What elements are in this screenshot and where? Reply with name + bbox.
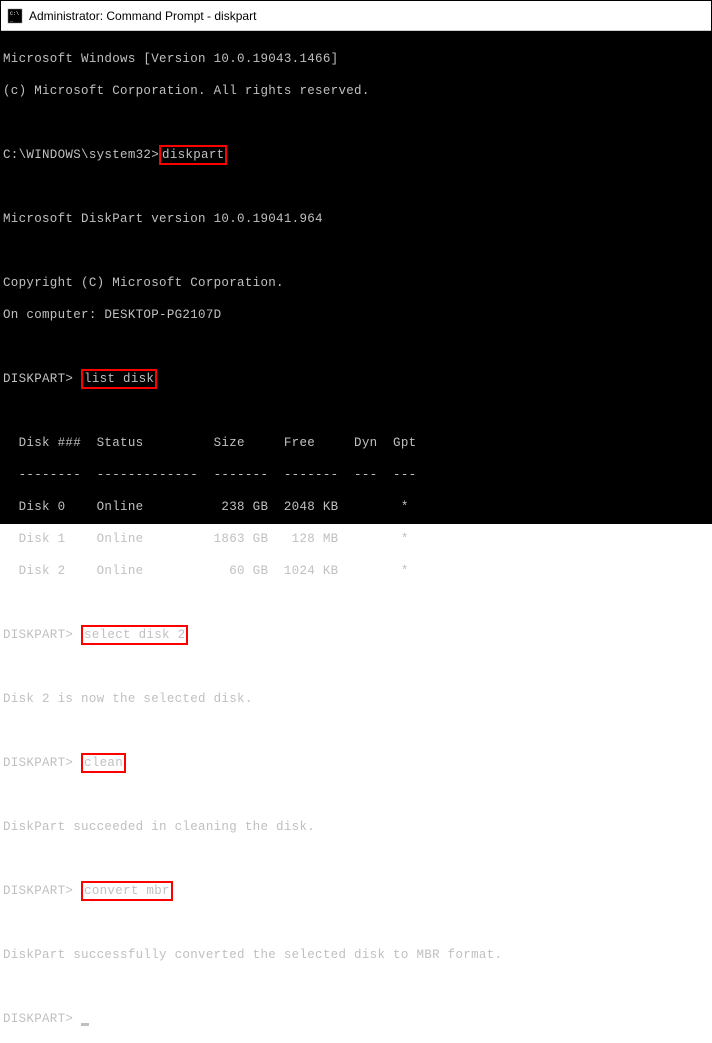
table-divider: -------- ------------- ------- ------- -… bbox=[3, 467, 709, 483]
diskpart-version: Microsoft DiskPart version 10.0.19041.96… bbox=[3, 211, 709, 227]
blank-line bbox=[3, 659, 709, 675]
blank-line bbox=[3, 851, 709, 867]
prompt-prefix: C:\WINDOWS\system32> bbox=[3, 148, 159, 162]
result-text: DiskPart succeeded in cleaning the disk. bbox=[3, 819, 709, 835]
titlebar: C:\ _ Administrator: Command Prompt - di… bbox=[1, 1, 711, 31]
diskpart-prompt: DISKPART> bbox=[3, 884, 81, 898]
prompt-line-1: C:\WINDOWS\system32>diskpart bbox=[3, 147, 709, 163]
command-list-disk: list disk bbox=[81, 369, 157, 389]
blank-line bbox=[3, 915, 709, 931]
blank-line bbox=[3, 339, 709, 355]
cursor bbox=[81, 1023, 89, 1026]
blank-line bbox=[3, 595, 709, 611]
diskpart-prompt: DISKPART> bbox=[3, 628, 81, 642]
diskpart-copyright: Copyright (C) Microsoft Corporation. bbox=[3, 275, 709, 291]
prompt-line-6: DISKPART> bbox=[3, 1011, 709, 1027]
prompt-line-4: DISKPART> clean bbox=[3, 755, 709, 771]
prompt-line-2: DISKPART> list disk bbox=[3, 371, 709, 387]
terminal[interactable]: Microsoft Windows [Version 10.0.19043.14… bbox=[1, 31, 711, 523]
prompt-line-3: DISKPART> select disk 2 bbox=[3, 627, 709, 643]
copyright-text: (c) Microsoft Corporation. All rights re… bbox=[3, 83, 709, 99]
window-title: Administrator: Command Prompt - diskpart bbox=[29, 9, 256, 23]
blank-line bbox=[3, 403, 709, 419]
table-row: Disk 0 Online 238 GB 2048 KB * bbox=[3, 499, 709, 515]
cmd-icon: C:\ _ bbox=[7, 8, 23, 24]
blank-line bbox=[3, 243, 709, 259]
blank-line bbox=[3, 723, 709, 739]
version-text: Microsoft Windows [Version 10.0.19043.14… bbox=[3, 51, 709, 67]
result-text: Disk 2 is now the selected disk. bbox=[3, 691, 709, 707]
diskpart-prompt: DISKPART> bbox=[3, 372, 81, 386]
diskpart-prompt: DISKPART> bbox=[3, 756, 81, 770]
computer-name: On computer: DESKTOP-PG2107D bbox=[3, 307, 709, 323]
blank-line bbox=[3, 979, 709, 995]
result-text: DiskPart successfully converted the sele… bbox=[3, 947, 709, 963]
blank-line bbox=[3, 179, 709, 195]
table-header: Disk ### Status Size Free Dyn Gpt bbox=[3, 435, 709, 451]
command-diskpart: diskpart bbox=[159, 145, 227, 165]
blank-line bbox=[3, 787, 709, 803]
diskpart-prompt: DISKPART> bbox=[3, 1012, 81, 1026]
command-convert-mbr: convert mbr bbox=[81, 881, 173, 901]
table-row: Disk 1 Online 1863 GB 128 MB * bbox=[3, 531, 709, 547]
table-row: Disk 2 Online 60 GB 1024 KB * bbox=[3, 563, 709, 579]
command-select-disk: select disk 2 bbox=[81, 625, 188, 645]
blank-line bbox=[3, 115, 709, 131]
prompt-line-5: DISKPART> convert mbr bbox=[3, 883, 709, 899]
command-clean: clean bbox=[81, 753, 126, 773]
